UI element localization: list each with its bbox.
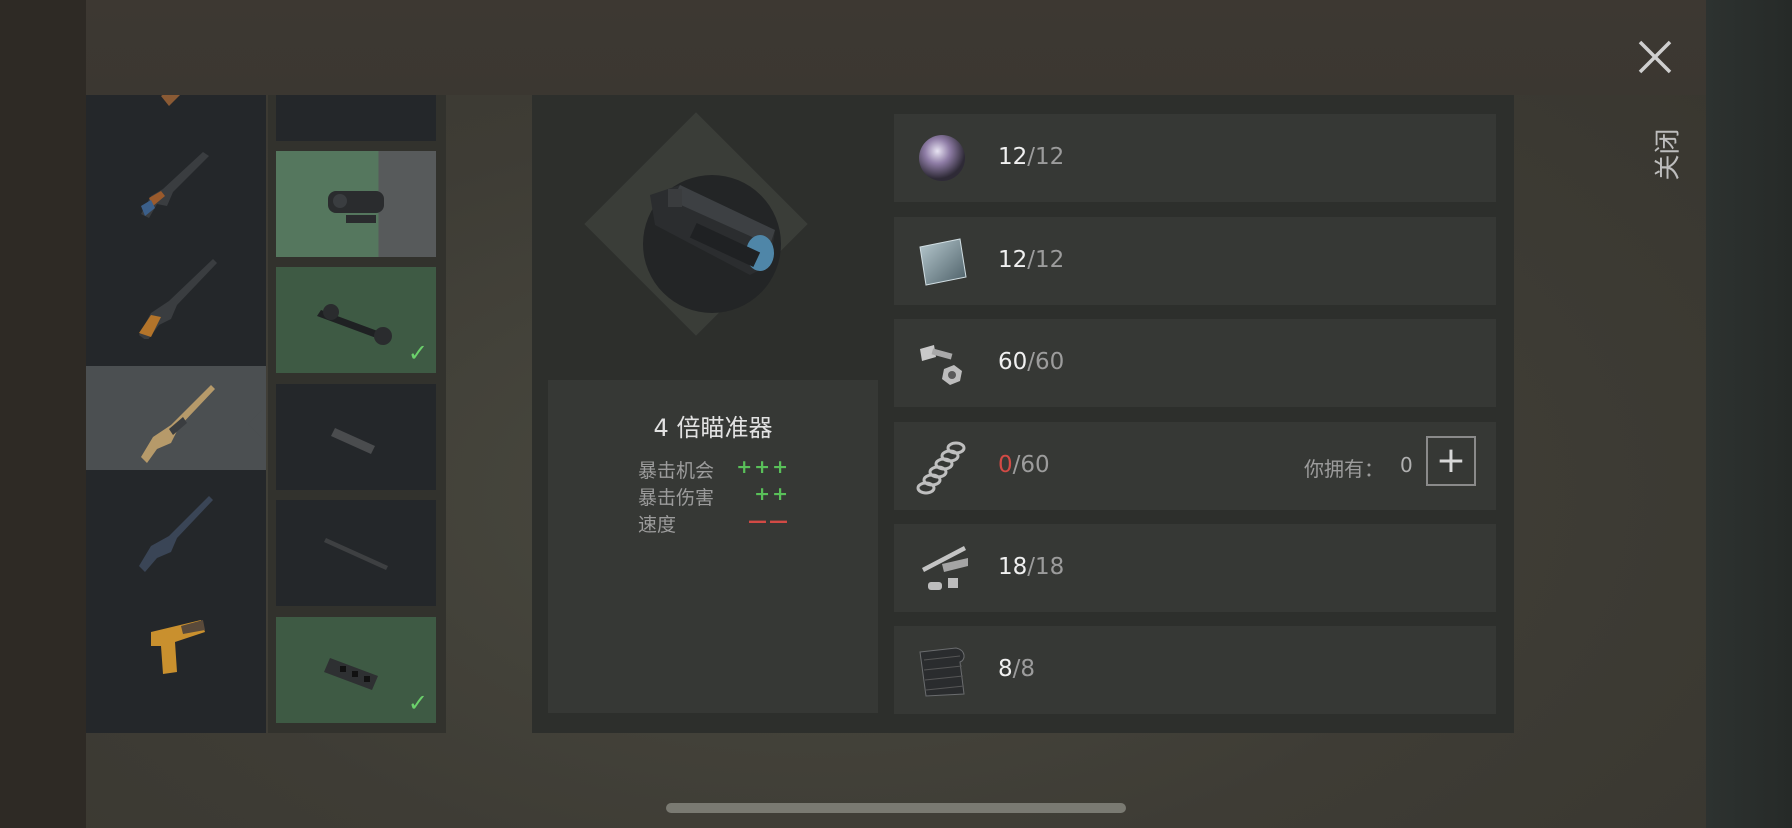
muzzle-brake-icon (324, 658, 378, 690)
attachment-item[interactable] (276, 95, 436, 141)
stat-value: ++ (754, 483, 790, 505)
acog-scope-icon (650, 185, 775, 275)
bolt-nut-icon (920, 345, 962, 385)
stat-row: 暴击机会 +++ (638, 456, 790, 482)
spring-icon (916, 441, 966, 495)
weapon-item-partial-bottom[interactable] (86, 695, 266, 733)
glass-plate-icon (919, 238, 967, 286)
rifle-icon (121, 702, 231, 733)
material-row: 8/8 (894, 626, 1496, 714)
material-row: 12/12 (894, 114, 1496, 202)
add-material-button[interactable]: + (1426, 436, 1476, 486)
scope-icon (316, 95, 396, 118)
close-icon (1638, 40, 1672, 74)
selection-pointer (248, 410, 262, 438)
material-row: 12/12 (894, 217, 1496, 305)
right-edge (1706, 0, 1792, 828)
attachment-list[interactable]: ✓ ✓ (268, 95, 446, 733)
weapon-item-m16[interactable] (86, 475, 266, 579)
metal-parts-icon (922, 546, 968, 590)
flare-pistol-icon (151, 620, 205, 674)
attachment-item[interactable] (276, 500, 436, 606)
stat-value: +++ (736, 456, 790, 478)
stat-row: 速度 —— (638, 510, 790, 536)
weapon-item-tan-rifle[interactable] (86, 366, 266, 470)
owned-value: 0 (1400, 453, 1413, 477)
material-row: 0/60 你拥有： 0 + (894, 422, 1496, 510)
attachment-item-selected[interactable] (276, 151, 436, 257)
sniper-rifle-icon (139, 259, 217, 339)
stat-label: 暴击机会 (638, 460, 715, 482)
material-count: 12/12 (998, 247, 1065, 273)
attachment-item-installed[interactable]: ✓ (276, 617, 436, 723)
left-edge (0, 0, 86, 828)
suppressor-short-icon (331, 428, 375, 454)
attachment-item-installed[interactable]: ✓ (276, 267, 436, 373)
m16-rifle-icon (139, 496, 213, 572)
material-row: 60/60 (894, 319, 1496, 407)
attachment-item[interactable] (276, 384, 436, 490)
item-title: 4 倍瞄准器 (653, 414, 773, 442)
home-indicator[interactable] (666, 803, 1126, 813)
checkmark-icon: ✓ (407, 339, 428, 367)
long-scope-icon (317, 304, 392, 345)
material-count: 8/8 (998, 656, 1036, 682)
close-label: 关闭 (1653, 128, 1684, 181)
weapon-item-flare-pistol[interactable] (86, 595, 266, 699)
barrel-icon (324, 538, 388, 570)
checkmark-icon: ✓ (407, 689, 428, 717)
stat-row: 暴击伤害 ++ (638, 483, 790, 509)
stat-value: —— (748, 510, 790, 532)
tan-assault-rifle-icon (141, 385, 215, 463)
material-count: 18/18 (998, 554, 1065, 580)
top-band (86, 0, 1706, 95)
weapon-item-sniper[interactable] (86, 242, 266, 346)
ak-rifle-icon (141, 152, 209, 218)
material-count: 12/12 (998, 144, 1065, 170)
carbon-sheet-icon (919, 647, 965, 697)
material-count: 0/60 (998, 452, 1050, 478)
stat-label: 速度 (638, 514, 677, 536)
owned-label: 你拥有： (1304, 457, 1384, 481)
material-count: 60/60 (998, 349, 1065, 375)
close-button[interactable]: 关闭 (1630, 36, 1684, 181)
red-dot-scope-icon (328, 191, 384, 223)
weapon-list[interactable] (86, 95, 266, 733)
stat-label: 暴击伤害 (638, 487, 715, 509)
material-row: 18/18 (894, 524, 1496, 612)
weapon-item-ak[interactable] (86, 127, 266, 231)
lens-icon (919, 135, 965, 181)
